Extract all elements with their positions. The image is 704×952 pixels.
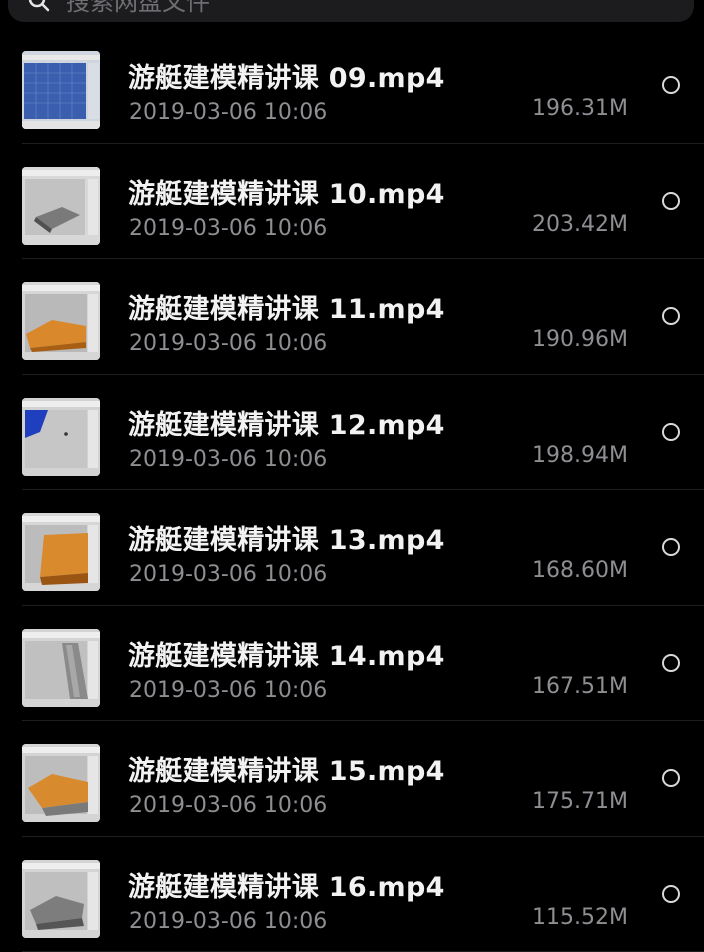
file-size: 196.31M — [532, 96, 628, 121]
file-name: 游艇建模精讲课 10.mp4 — [128, 172, 445, 211]
file-size: 198.94M — [532, 443, 628, 468]
file-row[interactable]: 游艇建模精讲课 14.mp4 2019-03-06 10:06 167.51M — [0, 606, 704, 722]
select-radio-icon[interactable] — [662, 307, 680, 325]
file-row[interactable]: 游艇建模精讲课 15.mp4 2019-03-06 10:06 175.71M — [0, 721, 704, 837]
file-size: 168.60M — [532, 558, 628, 583]
select-radio-icon[interactable] — [662, 76, 680, 94]
file-list: 游艇建模精讲课 09.mp4 2019-03-06 10:06 196.31M 游艇… — [0, 28, 704, 952]
file-row[interactable]: 游艇建模精讲课 13.mp4 2019-03-06 10:06 168.60M — [0, 490, 704, 606]
file-row[interactable]: 游艇建模精讲课 11.mp4 2019-03-06 10:06 190.96M — [0, 259, 704, 375]
file-date: 2019-03-06 10:06 — [129, 447, 327, 472]
file-date: 2019-03-06 10:06 — [129, 793, 327, 818]
video-thumbnail[interactable] — [22, 744, 100, 822]
select-radio-icon[interactable] — [662, 538, 680, 556]
file-size: 190.96M — [532, 327, 628, 352]
file-row[interactable]: 游艇建模精讲课 10.mp4 2019-03-06 10:06 203.42M — [0, 144, 704, 260]
file-date: 2019-03-06 10:06 — [129, 216, 327, 241]
search-bar[interactable]: 搜索网盘文件 — [8, 0, 694, 22]
video-thumbnail[interactable] — [22, 860, 100, 938]
file-name: 游艇建模精讲课 13.mp4 — [128, 518, 445, 557]
select-radio-icon[interactable] — [662, 885, 680, 903]
file-date: 2019-03-06 10:06 — [129, 562, 327, 587]
file-date: 2019-03-06 10:06 — [129, 331, 327, 356]
file-name: 游艇建模精讲课 14.mp4 — [128, 634, 445, 673]
file-name: 游艇建模精讲课 09.mp4 — [128, 56, 445, 95]
video-thumbnail[interactable] — [22, 167, 100, 245]
file-size: 175.71M — [532, 789, 628, 814]
video-thumbnail[interactable] — [22, 51, 100, 129]
video-thumbnail[interactable] — [22, 398, 100, 476]
file-name: 游艇建模精讲课 15.mp4 — [128, 749, 445, 788]
file-name: 游艇建模精讲课 12.mp4 — [128, 403, 445, 442]
video-thumbnail[interactable] — [22, 629, 100, 707]
file-date: 2019-03-06 10:06 — [129, 909, 327, 934]
file-date: 2019-03-06 10:06 — [129, 678, 327, 703]
file-name: 游艇建模精讲课 16.mp4 — [128, 865, 445, 904]
select-radio-icon[interactable] — [662, 769, 680, 787]
video-thumbnail[interactable] — [22, 282, 100, 360]
video-thumbnail[interactable] — [22, 513, 100, 591]
file-date: 2019-03-06 10:06 — [129, 100, 327, 125]
file-row[interactable]: 游艇建模精讲课 09.mp4 2019-03-06 10:06 196.31M — [0, 28, 704, 144]
select-radio-icon[interactable] — [662, 192, 680, 210]
search-icon — [28, 0, 50, 12]
file-row[interactable]: 游艇建模精讲课 16.mp4 2019-03-06 10:06 115.52M — [0, 837, 704, 952]
file-size: 203.42M — [532, 212, 628, 237]
select-radio-icon[interactable] — [662, 423, 680, 441]
file-size: 167.51M — [532, 674, 628, 699]
file-name: 游艇建模精讲课 11.mp4 — [128, 287, 445, 326]
search-placeholder: 搜索网盘文件 — [66, 0, 210, 14]
select-radio-icon[interactable] — [662, 654, 680, 672]
file-size: 115.52M — [532, 905, 628, 930]
file-row[interactable]: 游艇建模精讲课 12.mp4 2019-03-06 10:06 198.94M — [0, 375, 704, 491]
